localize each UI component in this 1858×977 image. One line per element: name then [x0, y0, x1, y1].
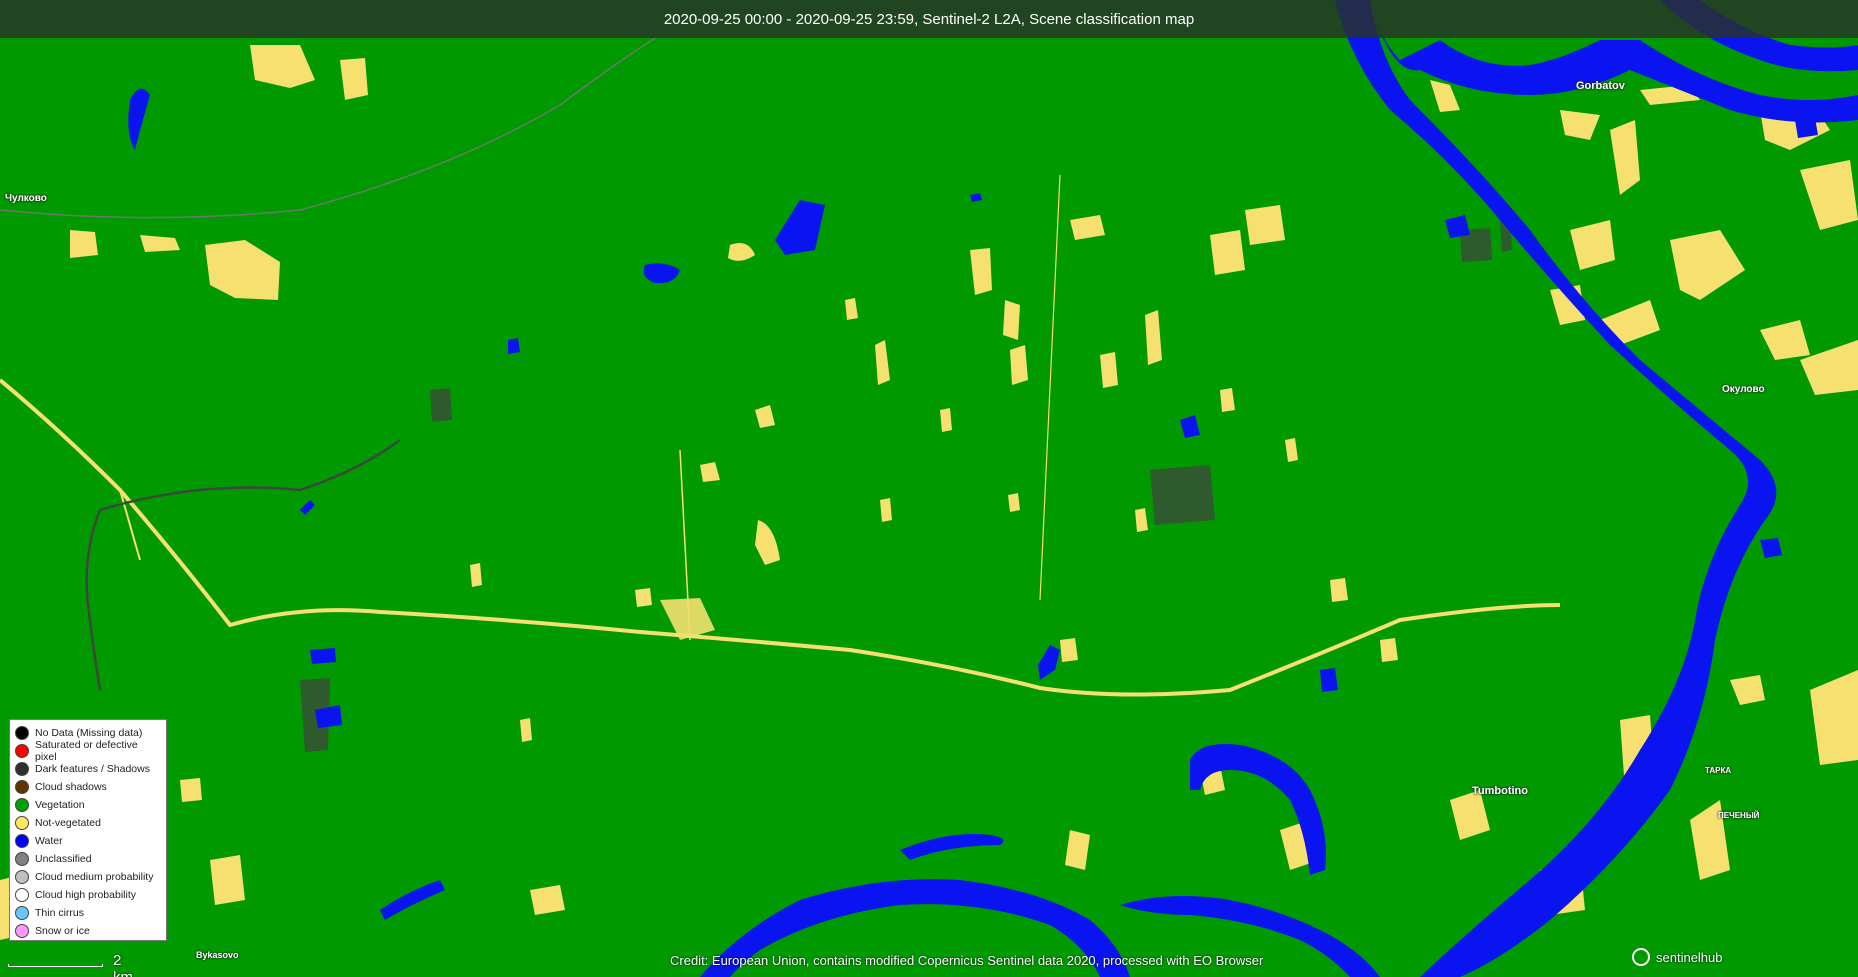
legend-label: Thin cirrus: [35, 907, 85, 919]
legend-label: No Data (Missing data): [35, 727, 143, 739]
scale-line: [8, 964, 103, 967]
map-view[interactable]: 2020-09-25 00:00 - 2020-09-25 23:59, Sen…: [0, 0, 1858, 977]
legend-label: Not-vegetated: [35, 817, 101, 829]
legend-swatch: [15, 924, 29, 938]
place-label-gorbatov: Gorbatov: [1576, 80, 1625, 92]
legend-swatch: [15, 816, 29, 830]
legend-item-thin-cirrus: Thin cirrus: [15, 904, 161, 922]
legend-swatch: [15, 762, 29, 776]
legend-label: Snow or ice: [35, 925, 90, 937]
legend-label: Cloud medium probability: [35, 871, 154, 883]
place-label-bykasovo: Bykasovo: [196, 950, 239, 960]
legend-label: Saturated or defective pixel: [35, 739, 138, 763]
legend-swatch: [15, 870, 29, 884]
legend-item-not-vegetated: Not-vegetated: [15, 814, 161, 832]
legend-item-water: Water: [15, 832, 161, 850]
legend-swatch: [15, 852, 29, 866]
legend-label: Vegetation: [35, 799, 85, 811]
map-title-bar: 2020-09-25 00:00 - 2020-09-25 23:59, Sen…: [0, 0, 1858, 38]
classification-map[interactable]: [0, 0, 1858, 977]
place-label-okulovo: Окулово: [1722, 384, 1765, 395]
copernicus-logo-icon: [1632, 948, 1650, 966]
legend-label: Cloud high probability: [35, 889, 136, 901]
place-label-tumbotino: Tumbotino: [1472, 785, 1528, 797]
credit-text: Credit: European Union, contains modifie…: [670, 953, 1264, 968]
scale-bar: 2 km: [8, 952, 133, 977]
legend-item-cloud-high: Cloud high probability: [15, 886, 161, 904]
legend-item-vegetation: Vegetation: [15, 796, 161, 814]
logos: sentinelhub: [1632, 948, 1723, 966]
legend-item-snow-ice: Snow or ice: [15, 922, 161, 940]
legend-label: Unclassified: [35, 853, 92, 865]
legend-label: Cloud shadows: [35, 781, 107, 793]
sentinelhub-logo-text: sentinelhub: [1656, 949, 1723, 965]
place-label-pecheny: ПЕЧЕНЫЙ: [1718, 811, 1760, 820]
legend-item-cloud-medium: Cloud medium probability: [15, 868, 161, 886]
place-label-chulkovo: Чулково: [5, 193, 47, 204]
legend-swatch: [15, 906, 29, 920]
legend-swatch: [15, 780, 29, 794]
scale-label: 2 km: [113, 952, 133, 977]
map-title: 2020-09-25 00:00 - 2020-09-25 23:59, Sen…: [663, 10, 1195, 28]
legend-swatch: [15, 744, 29, 758]
legend-item-saturated: Saturated or defective pixel: [15, 739, 161, 763]
legend-item-unclassified: Unclassified: [15, 850, 161, 868]
legend-label: Dark features / Shadows: [35, 763, 150, 775]
legend-swatch: [15, 834, 29, 848]
legend-swatch: [15, 798, 29, 812]
legend-swatch: [15, 726, 29, 740]
legend-label: Water: [35, 835, 63, 847]
legend-item-cloud-shadows: Cloud shadows: [15, 778, 161, 796]
legend-swatch: [15, 888, 29, 902]
place-label-tarka: ТАРКА: [1705, 766, 1732, 775]
legend-item-dark-features: Dark features / Shadows: [15, 760, 161, 778]
legend: No Data (Missing data) Saturated or defe…: [9, 719, 167, 941]
